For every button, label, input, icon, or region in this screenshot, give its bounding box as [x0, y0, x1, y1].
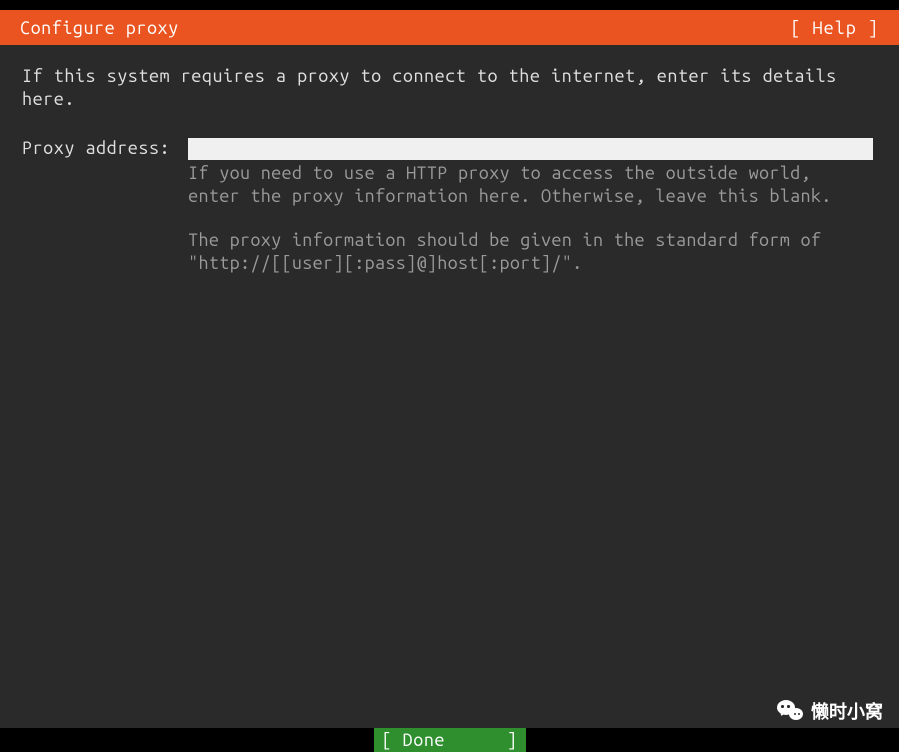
proxy-field-column: If you need to use a HTTP proxy to acces…	[188, 138, 873, 274]
done-button-right: ]	[507, 730, 518, 750]
done-button-left: [ Done	[382, 730, 445, 750]
footer-bar: [ Done ]	[0, 728, 899, 752]
page-title: Configure proxy	[20, 18, 179, 38]
proxy-address-label: Proxy address:	[22, 138, 188, 158]
proxy-address-row: Proxy address: If you need to use a HTTP…	[22, 138, 877, 274]
watermark: 懒时小窝	[777, 698, 883, 724]
main-content: If this system requires a proxy to conne…	[0, 45, 899, 274]
watermark-text: 懒时小窝	[811, 698, 883, 724]
window-top-border	[0, 0, 899, 10]
proxy-help-text-2: The proxy information should be given in…	[188, 229, 873, 274]
header-bar: Configure proxy [ Help ]	[0, 10, 899, 45]
proxy-address-input[interactable]	[188, 138, 873, 160]
instruction-text: If this system requires a proxy to conne…	[22, 65, 877, 110]
done-button[interactable]: [ Done ]	[374, 728, 526, 752]
help-button[interactable]: [ Help ]	[790, 18, 879, 38]
proxy-help-text-1: If you need to use a HTTP proxy to acces…	[188, 162, 873, 207]
wechat-icon	[777, 700, 803, 722]
